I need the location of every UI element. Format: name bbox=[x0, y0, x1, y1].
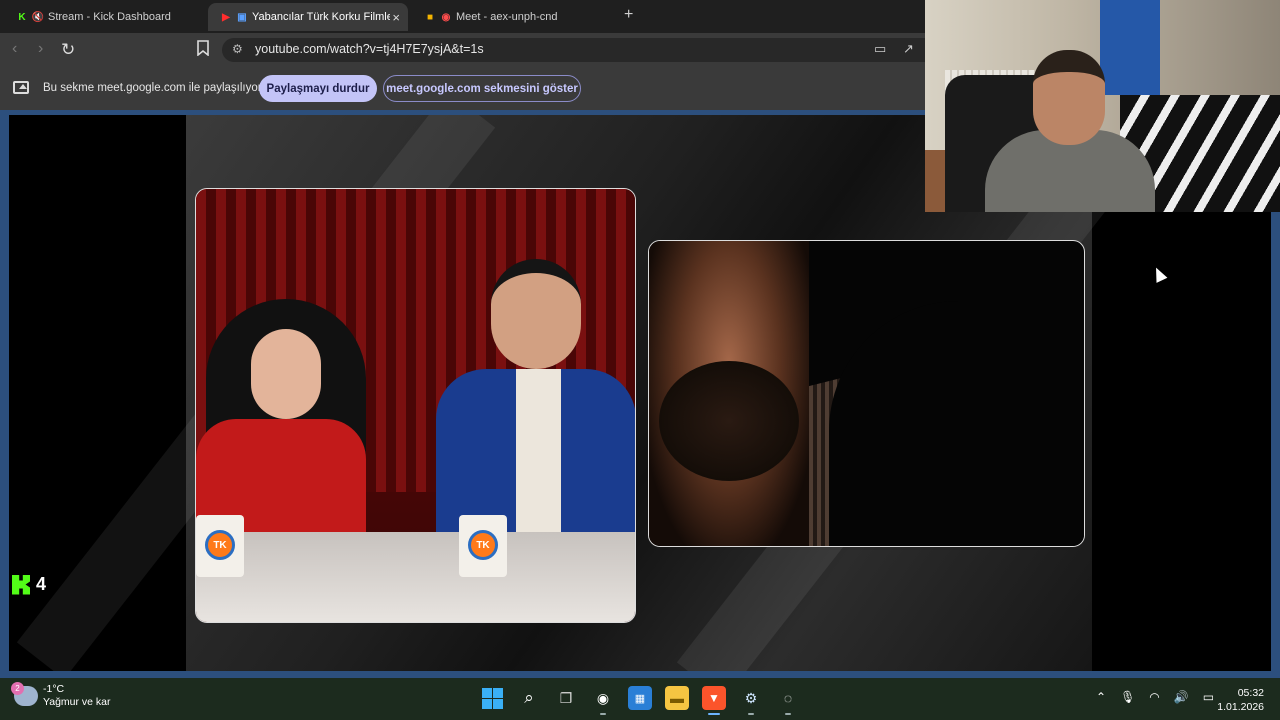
webcam-overlay bbox=[925, 0, 1280, 212]
reload-icon[interactable]: ↻ bbox=[61, 40, 75, 60]
windows-start-icon[interactable] bbox=[480, 686, 504, 710]
date: 1.01.2026 bbox=[1217, 701, 1264, 713]
mug: TK bbox=[459, 515, 507, 577]
reactor-man bbox=[436, 259, 635, 539]
share-icon[interactable]: ↗ bbox=[903, 41, 914, 57]
wifi-icon[interactable]: ◠ bbox=[1149, 690, 1159, 704]
record-icon: ◉ bbox=[441, 11, 451, 23]
share-message: Bu sekme meet.google.com ile paylaşılıyo… bbox=[43, 82, 262, 94]
time: 05:32 bbox=[1237, 687, 1264, 699]
reactor-woman bbox=[196, 299, 366, 559]
film-clip-frame bbox=[648, 240, 1085, 547]
meet-icon: ■ bbox=[426, 11, 434, 23]
cast-icon[interactable]: ▭ bbox=[874, 41, 886, 57]
bookmark-icon[interactable] bbox=[197, 40, 209, 56]
youtube-icon: ▶ bbox=[222, 11, 230, 23]
tab-kick-dashboard[interactable]: K 🔇 Stream - Kick Dashboard bbox=[4, 3, 204, 31]
steam-icon[interactable]: ⚙ bbox=[739, 686, 763, 715]
jersey bbox=[1100, 0, 1160, 95]
forward-icon[interactable]: › bbox=[38, 40, 43, 58]
new-tab-button[interactable]: + bbox=[624, 6, 633, 24]
kick-viewer-badge: 4 bbox=[12, 574, 46, 595]
shadow-figure bbox=[829, 301, 1084, 546]
kick-icon: K bbox=[18, 11, 26, 23]
weather-condition: Yağmur ve kar bbox=[43, 696, 111, 708]
tab-youtube[interactable]: ▶ ▣ Yabancılar Türk Korku Filmleri × bbox=[208, 3, 408, 31]
notification-badge: 2 bbox=[11, 682, 24, 695]
reaction-video-frame: TK TK bbox=[195, 188, 636, 623]
url-text: youtube.com/watch?v=tj4H7E7ysjA&t=1s bbox=[255, 42, 484, 56]
tab-label: Stream - Kick Dashboard bbox=[48, 11, 171, 23]
address-bar[interactable]: ⚙ youtube.com/watch?v=tj4H7E7ysjA&t=1s ▭… bbox=[222, 38, 925, 62]
microphone-icon[interactable]: 🎙 bbox=[1120, 690, 1135, 704]
screen: K 🔇 Stream - Kick Dashboard ▶ ▣ Yabancıl… bbox=[0, 0, 1280, 720]
clock[interactable]: 05:32 1.01.2026 bbox=[1216, 686, 1264, 714]
show-meet-tab-button[interactable]: meet.google.com sekmesini göster bbox=[383, 75, 581, 102]
brave-icon[interactable]: ▼ bbox=[702, 686, 726, 715]
file-explorer-icon[interactable]: ▬ bbox=[665, 686, 689, 710]
volume-icon[interactable]: 🔊 bbox=[1174, 690, 1189, 704]
mute-icon: 🔇 bbox=[31, 11, 45, 23]
store-icon[interactable]: ▦ bbox=[628, 686, 652, 710]
weather-widget[interactable]: 2 -1°C Yağmur ve kar bbox=[11, 682, 111, 709]
mug: TK bbox=[196, 515, 244, 577]
stop-sharing-button[interactable]: Paylaşmayı durdur bbox=[259, 75, 377, 102]
battery-icon[interactable]: ▭ bbox=[1203, 690, 1214, 704]
app-icon[interactable]: ◌ bbox=[776, 686, 800, 715]
tab-share-bar: Bu sekme meet.google.com ile paylaşılıyo… bbox=[0, 67, 925, 110]
back-icon[interactable]: ‹ bbox=[12, 40, 17, 58]
weather-icon: 2 bbox=[11, 682, 38, 706]
task-view-icon[interactable]: ❐ bbox=[554, 686, 578, 710]
screen-share-icon bbox=[13, 81, 29, 94]
kick-icon bbox=[12, 574, 30, 595]
table bbox=[196, 532, 635, 622]
taskbar-apps: ⌕ ❐ ◉ ▦ ▬ ▼ ⚙ ◌ bbox=[480, 686, 800, 715]
chevron-up-icon[interactable]: ⌃ bbox=[1096, 690, 1106, 704]
beard bbox=[659, 361, 799, 481]
tab-label: Meet - aex-unph-cnd bbox=[456, 11, 558, 23]
tab-label: Yabancılar Türk Korku Filmleri bbox=[252, 11, 390, 23]
tab-meet[interactable]: ■ ◉ Meet - aex-unph-cnd bbox=[412, 3, 612, 31]
weather-text: -1°C Yağmur ve kar bbox=[43, 683, 111, 709]
mug-logo: TK bbox=[468, 530, 498, 560]
widgets-icon[interactable]: ◉ bbox=[591, 686, 615, 715]
streamer-head bbox=[1033, 50, 1105, 145]
mug-logo: TK bbox=[205, 530, 235, 560]
browser-toolbar: ‹ › ↻ ⚙ youtube.com/watch?v=tj4H7E7ysjA&… bbox=[0, 33, 925, 67]
viewer-count: 4 bbox=[36, 574, 47, 594]
tab-strip: K 🔇 Stream - Kick Dashboard ▶ ▣ Yabancıl… bbox=[0, 0, 925, 33]
close-icon[interactable]: × bbox=[392, 10, 400, 25]
site-info-icon[interactable]: ⚙ bbox=[232, 42, 243, 56]
temperature: -1°C bbox=[43, 683, 65, 695]
search-icon[interactable]: ⌕ bbox=[517, 686, 541, 710]
taskbar: 2 -1°C Yağmur ve kar ⌕ ❐ ◉ ▦ ▬ ▼ ⚙ ◌ ⌃ 🎙… bbox=[0, 678, 1280, 720]
system-tray: ⌃ 🎙 ◠ 🔊 ▭ bbox=[1096, 690, 1214, 704]
screen-share-icon: ▣ bbox=[237, 11, 247, 23]
